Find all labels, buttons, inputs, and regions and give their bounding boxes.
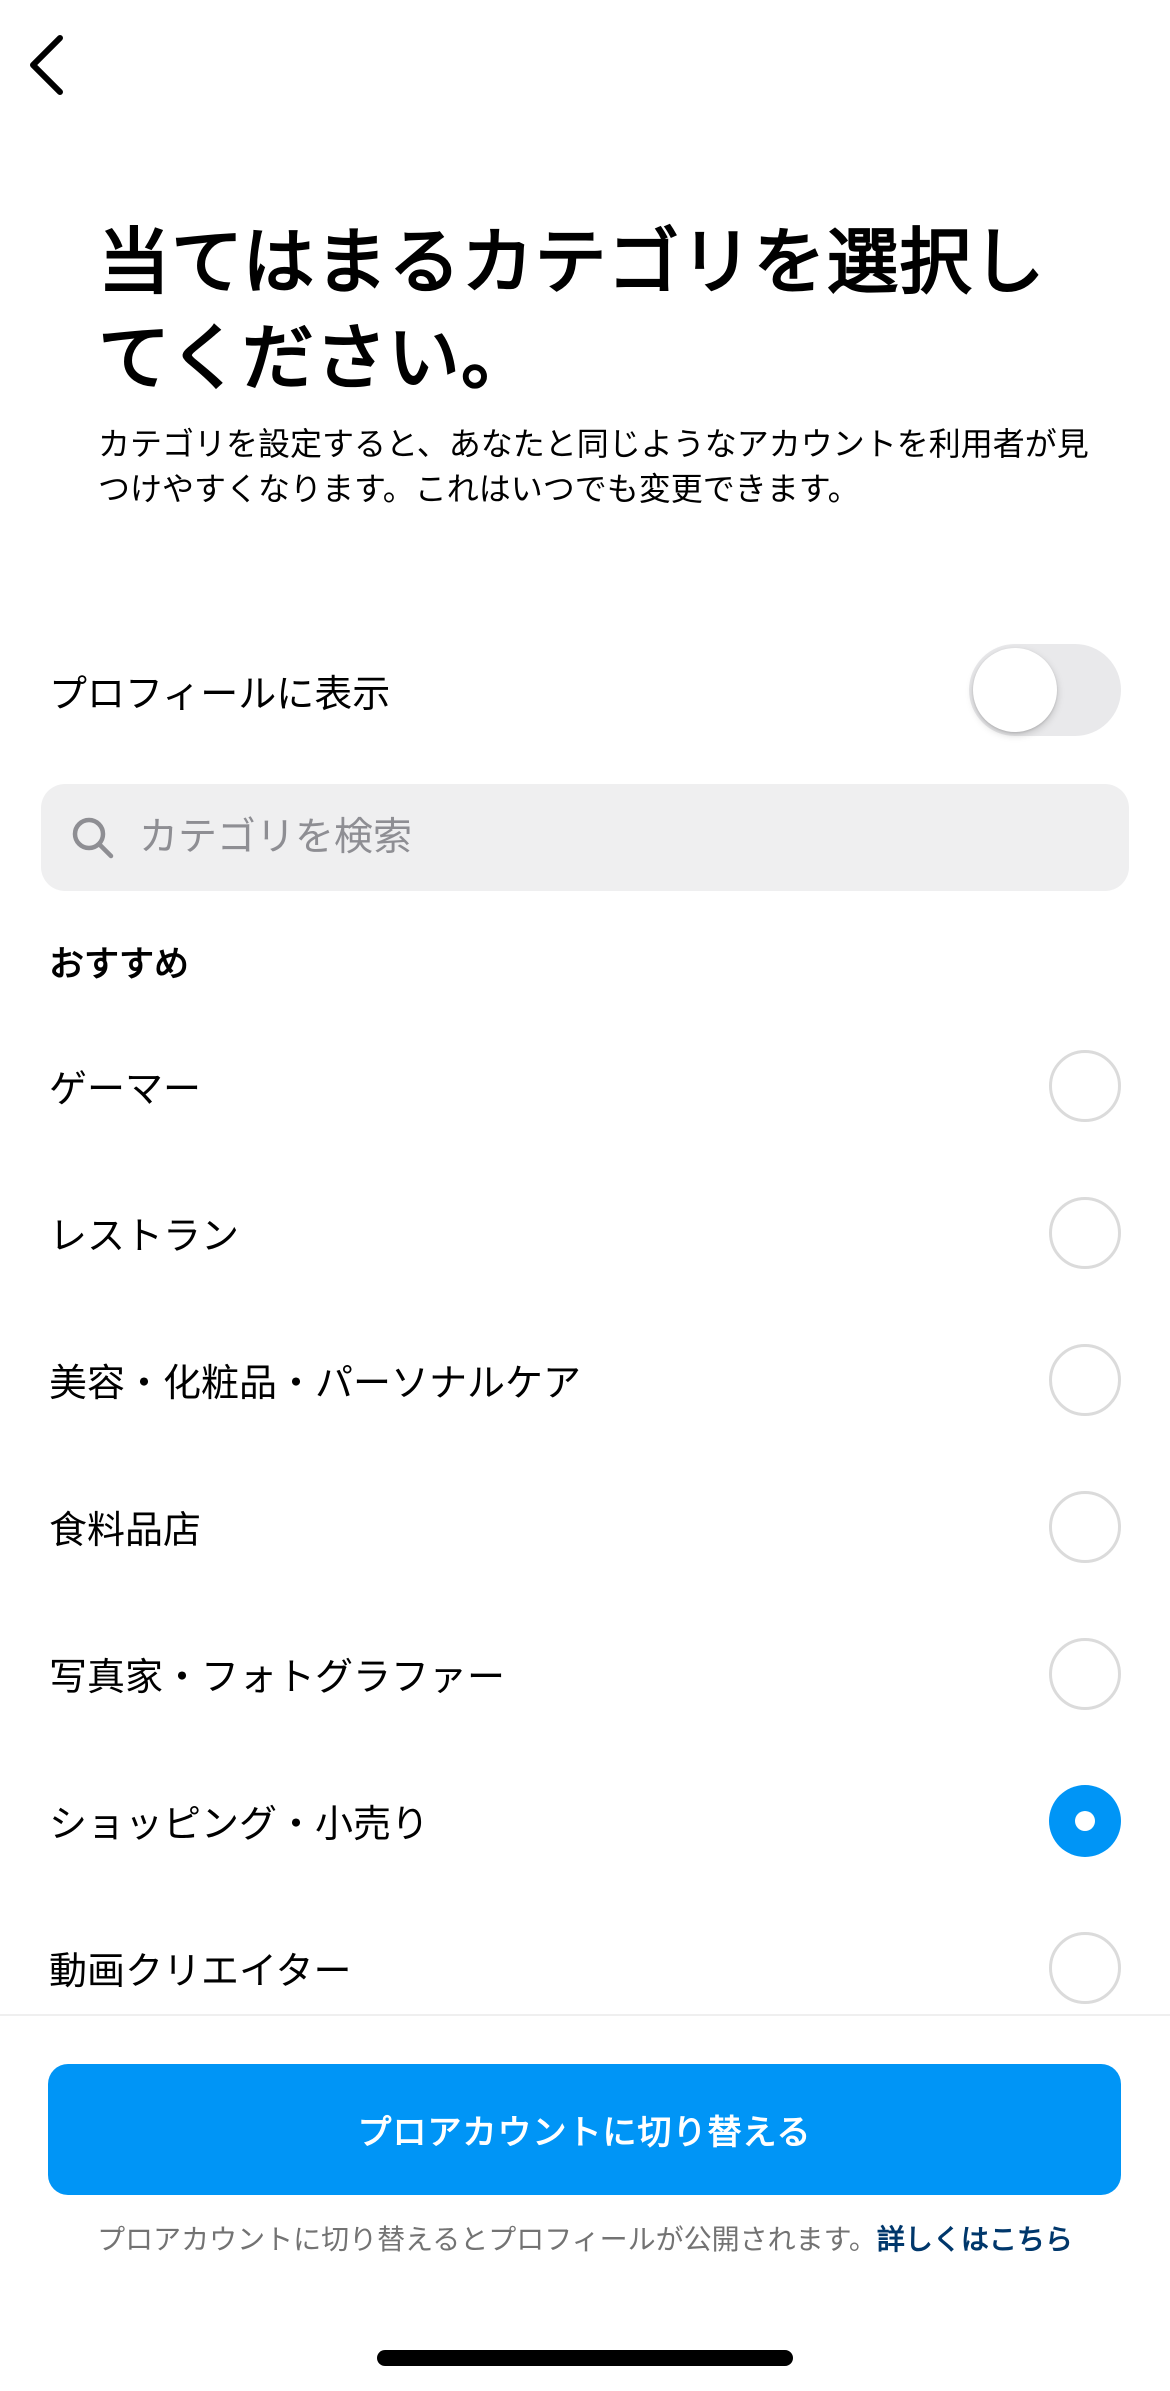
category-item-photographer[interactable]: 写真家・フォトグラファー (0, 1600, 1170, 1747)
category-label: レストラン (49, 1214, 240, 1258)
category-radio-selected[interactable] (1049, 1784, 1121, 1857)
category-item-restaurant[interactable]: レストラン (0, 1159, 1170, 1306)
category-radio[interactable] (1049, 1196, 1121, 1269)
search-icon (69, 814, 117, 862)
category-label: 美容・化粧品・パーソナルケア (49, 1361, 582, 1405)
toggle-knob (973, 648, 1057, 732)
display-on-profile-row: プロフィールに表示 (49, 640, 1121, 740)
category-item-grocery[interactable]: 食料品店 (0, 1453, 1170, 1600)
display-on-profile-label: プロフィールに表示 (49, 671, 391, 716)
switch-to-pro-account-button[interactable]: プロアカウントに切り替える (48, 2064, 1121, 2195)
category-label: 動画クリエイター (49, 1949, 352, 1993)
page-subtitle: カテゴリを設定すると、あなたと同じようなアカウントを利用者が見つけやすくなります… (98, 425, 1089, 508)
category-radio[interactable] (1049, 1049, 1121, 1122)
category-search-input[interactable] (139, 815, 1099, 860)
category-radio[interactable] (1049, 1490, 1121, 1563)
category-item-shopping-retail[interactable]: ショッピング・小売り (0, 1747, 1170, 1894)
footer-divider (0, 2014, 1170, 2016)
category-radio[interactable] (1049, 1931, 1121, 2004)
category-list: ゲーマー レストラン 美容・化粧品・パーソナルケア 食料品店 写真家・フォトグラ… (0, 1012, 1170, 2041)
category-radio[interactable] (1049, 1637, 1121, 1710)
footer-note: プロアカウントに切り替えるとプロフィールが公開されます。詳しくはこちら (0, 2218, 1170, 2258)
category-label: ゲーマー (49, 1067, 202, 1111)
category-search-box[interactable] (41, 784, 1129, 891)
category-item-gamer[interactable]: ゲーマー (0, 1012, 1170, 1159)
category-radio[interactable] (1049, 1343, 1121, 1416)
back-button[interactable] (22, 32, 70, 98)
home-indicator (377, 2350, 793, 2366)
learn-more-link[interactable]: 詳しくはこちら (877, 2223, 1073, 2256)
category-label: 食料品店 (49, 1508, 202, 1552)
category-label: ショッピング・小売り (49, 1802, 430, 1846)
chevron-left-icon (30, 35, 63, 95)
suggested-section-header: おすすめ (49, 945, 190, 985)
category-label: 写真家・フォトグラファー (49, 1655, 506, 1699)
page-title: 当てはまるカテゴリを選択してください。 (98, 220, 1046, 400)
display-on-profile-toggle[interactable] (969, 644, 1121, 736)
footer-note-text: プロアカウントに切り替えるとプロフィールが公開されます。 (97, 2223, 877, 2256)
category-item-beauty[interactable]: 美容・化粧品・パーソナルケア (0, 1306, 1170, 1453)
category-item-video-creator[interactable]: 動画クリエイター (0, 1894, 1170, 2041)
